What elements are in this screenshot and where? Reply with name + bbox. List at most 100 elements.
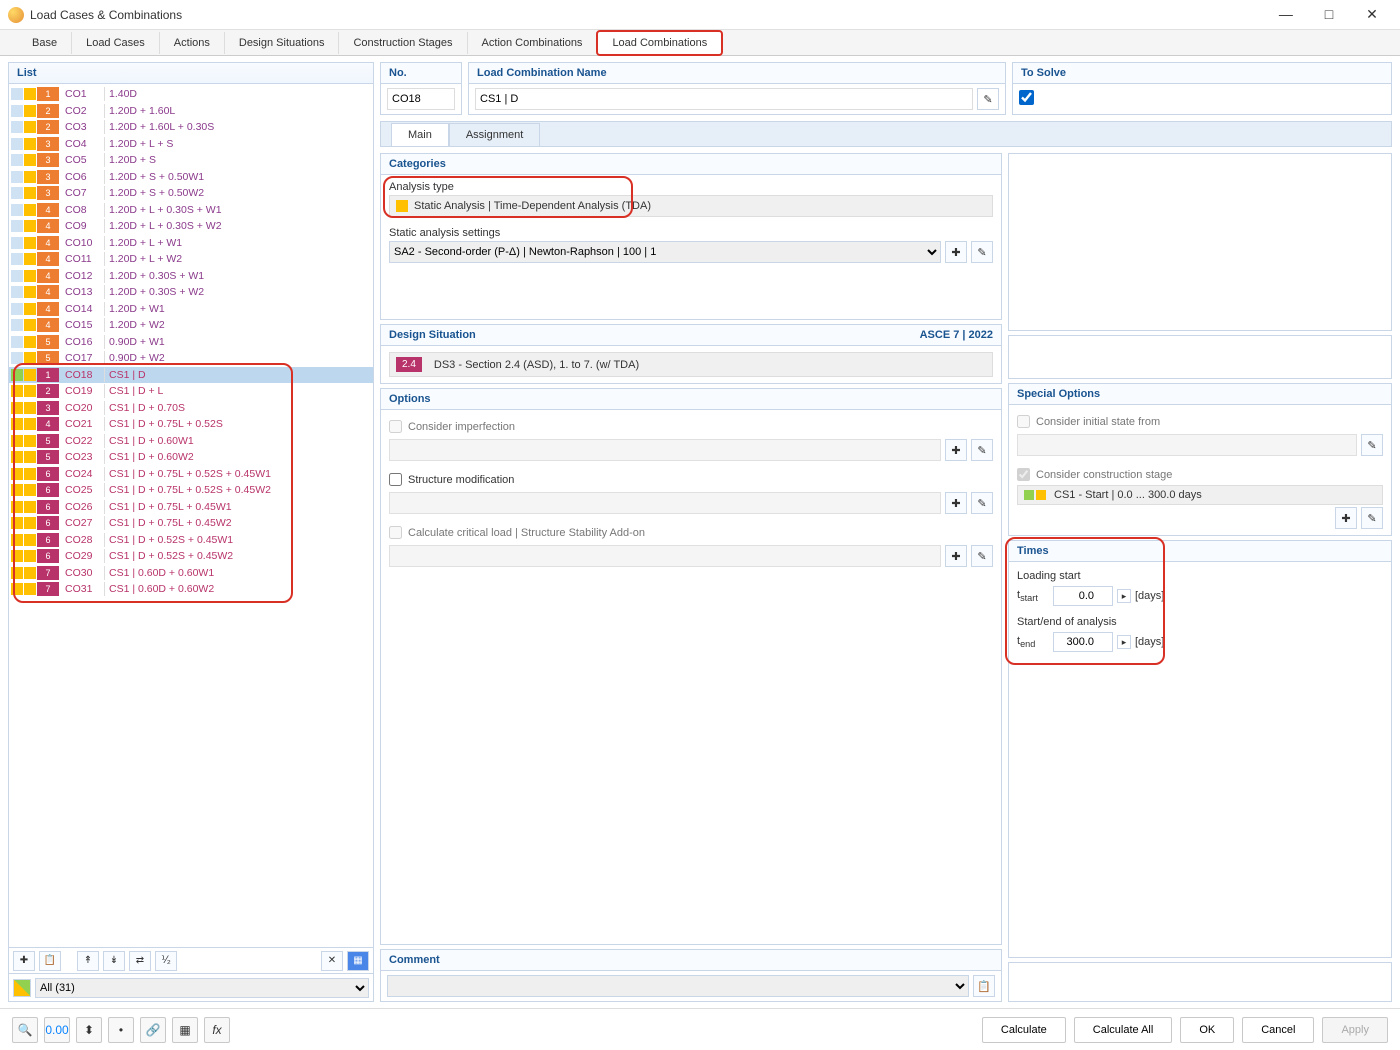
maximize-button[interactable]: □ bbox=[1309, 6, 1349, 22]
dot-tool[interactable]: • bbox=[108, 1017, 134, 1043]
list-row-co16[interactable]: 5CO160.90D + W1 bbox=[9, 334, 373, 351]
tab-action-combinations[interactable]: Action Combinations bbox=[468, 32, 598, 54]
tstart-input[interactable] bbox=[1053, 586, 1113, 606]
list-row-co17[interactable]: 5CO170.90D + W2 bbox=[9, 350, 373, 367]
units-tool[interactable]: 0.00 bbox=[44, 1017, 70, 1043]
list-row-co30[interactable]: 7CO30CS1 | 0.60D + 0.60W1 bbox=[9, 565, 373, 582]
search-tool[interactable]: 🔍 bbox=[12, 1017, 38, 1043]
list-row-co23[interactable]: 5CO23CS1 | D + 0.60W2 bbox=[9, 449, 373, 466]
list-row-co6[interactable]: 3CO61.20D + S + 0.50W1 bbox=[9, 169, 373, 186]
list-row-co24[interactable]: 6CO24CS1 | D + 0.75L + 0.52S + 0.45W1 bbox=[9, 466, 373, 483]
calculate-all-button[interactable]: Calculate All bbox=[1074, 1017, 1173, 1043]
list-row-co1[interactable]: 1CO11.40D bbox=[9, 86, 373, 103]
tab-construction-stages[interactable]: Construction Stages bbox=[339, 32, 467, 54]
cancel-button[interactable]: Cancel bbox=[1242, 1017, 1314, 1043]
calculate-button[interactable]: Calculate bbox=[982, 1017, 1066, 1043]
copy-button[interactable]: 📋 bbox=[39, 951, 61, 971]
list-body[interactable]: 1CO11.40D2CO21.20D + 1.60L2CO31.20D + 1.… bbox=[9, 84, 373, 947]
list-row-co7[interactable]: 3CO71.20D + S + 0.50W2 bbox=[9, 185, 373, 202]
list-row-co29[interactable]: 6CO29CS1 | D + 0.52S + 0.45W2 bbox=[9, 548, 373, 565]
list-row-co10[interactable]: 4CO101.20D + L + W1 bbox=[9, 235, 373, 252]
list-row-co20[interactable]: 3CO20CS1 | D + 0.70S bbox=[9, 400, 373, 417]
list-row-co28[interactable]: 6CO28CS1 | D + 0.52S + 0.45W1 bbox=[9, 532, 373, 549]
list-row-co21[interactable]: 4CO21CS1 | D + 0.75L + 0.52S bbox=[9, 416, 373, 433]
cstage-edit-button[interactable]: ✎ bbox=[1361, 507, 1383, 529]
analysis-type-swatch-icon bbox=[396, 200, 408, 212]
list-row-co26[interactable]: 6CO26CS1 | D + 0.75L + 0.45W1 bbox=[9, 499, 373, 516]
tab-load-cases[interactable]: Load Cases bbox=[72, 32, 160, 54]
titlebar: Load Cases & Combinations — □ ✕ bbox=[0, 0, 1400, 30]
list-row-co25[interactable]: 6CO25CS1 | D + 0.75L + 0.52S + 0.45W2 bbox=[9, 482, 373, 499]
comment-copy-button[interactable]: 📋 bbox=[973, 975, 995, 997]
categories-header: Categories bbox=[381, 154, 1001, 175]
no-input[interactable] bbox=[387, 88, 455, 110]
subtab-main[interactable]: Main bbox=[391, 123, 449, 146]
tab-base[interactable]: Base bbox=[18, 32, 72, 54]
link-tool[interactable]: 🔗 bbox=[140, 1017, 166, 1043]
list-row-co22[interactable]: 5CO22CS1 | D + 0.60W1 bbox=[9, 433, 373, 450]
toggle-button[interactable]: ▦ bbox=[347, 951, 369, 971]
comment-select[interactable] bbox=[387, 975, 969, 997]
minimize-button[interactable]: — bbox=[1266, 6, 1306, 22]
sub-tabs: MainAssignment bbox=[380, 121, 1392, 147]
window-title: Load Cases & Combinations bbox=[30, 8, 1266, 22]
hierarchy-tool[interactable]: ⬍ bbox=[76, 1017, 102, 1043]
list-row-co31[interactable]: 7CO31CS1 | 0.60D + 0.60W2 bbox=[9, 581, 373, 598]
static-edit-button[interactable]: ✎ bbox=[971, 241, 993, 263]
solve-checkbox[interactable] bbox=[1019, 90, 1034, 105]
tab-actions[interactable]: Actions bbox=[160, 32, 225, 54]
list-row-co18[interactable]: 1CO18CS1 | D bbox=[9, 367, 373, 384]
tab-load-combinations[interactable]: Load Combinations bbox=[596, 30, 723, 56]
list-row-co12[interactable]: 4CO121.20D + 0.30S + W1 bbox=[9, 268, 373, 285]
critical-field bbox=[389, 545, 941, 567]
list-row-co9[interactable]: 4CO91.20D + L + 0.30S + W2 bbox=[9, 218, 373, 235]
list-row-co14[interactable]: 4CO141.20D + W1 bbox=[9, 301, 373, 318]
list-row-co4[interactable]: 3CO41.20D + L + S bbox=[9, 136, 373, 153]
tab-design-situations[interactable]: Design Situations bbox=[225, 32, 340, 54]
structmod-new-button[interactable]: ✚ bbox=[945, 492, 967, 514]
sort-button[interactable]: ⅟₂ bbox=[155, 951, 177, 971]
swap-button[interactable]: ⇄ bbox=[129, 951, 151, 971]
filter-select[interactable]: All (31) bbox=[35, 978, 369, 998]
filter-swatch-icon bbox=[13, 979, 31, 997]
move-down-button[interactable]: ↡ bbox=[103, 951, 125, 971]
tend-symbol: tend bbox=[1017, 635, 1049, 649]
imperfection-new-button[interactable]: ✚ bbox=[945, 439, 967, 461]
design-situation-section: Design SituationASCE 7 | 2022 2.4 DS3 - … bbox=[380, 324, 1002, 384]
critical-new-button[interactable]: ✚ bbox=[945, 545, 967, 567]
static-settings-select[interactable]: SA2 - Second-order (P-Δ) | Newton-Raphso… bbox=[389, 241, 941, 263]
structmod-checkbox[interactable] bbox=[389, 473, 402, 486]
subtab-assignment[interactable]: Assignment bbox=[449, 123, 540, 146]
close-button[interactable]: ✕ bbox=[1352, 6, 1392, 23]
list-row-co15[interactable]: 4CO151.20D + W2 bbox=[9, 317, 373, 334]
list-row-co8[interactable]: 4CO81.20D + L + 0.30S + W1 bbox=[9, 202, 373, 219]
list-row-co5[interactable]: 3CO51.20D + S bbox=[9, 152, 373, 169]
ok-button[interactable]: OK bbox=[1180, 1017, 1234, 1043]
edit-name-button[interactable]: ✎ bbox=[977, 88, 999, 110]
analysis-type-value: Static Analysis | Time-Dependent Analysi… bbox=[389, 195, 993, 217]
list-row-co19[interactable]: 2CO19CS1 | D + L bbox=[9, 383, 373, 400]
list-row-co11[interactable]: 4CO111.20D + L + W2 bbox=[9, 251, 373, 268]
static-new-button[interactable]: ✚ bbox=[945, 241, 967, 263]
list-row-co27[interactable]: 6CO27CS1 | D + 0.75L + 0.45W2 bbox=[9, 515, 373, 532]
list-row-co2[interactable]: 2CO21.20D + 1.60L bbox=[9, 103, 373, 120]
structmod-field bbox=[389, 492, 941, 514]
name-input[interactable] bbox=[475, 88, 973, 110]
list-row-co13[interactable]: 4CO131.20D + 0.30S + W2 bbox=[9, 284, 373, 301]
initial-state-edit-button[interactable]: ✎ bbox=[1361, 434, 1383, 456]
detail-panel: No. Load Combination Name ✎ To Solve Mai… bbox=[380, 62, 1392, 1002]
critical-edit-button[interactable]: ✎ bbox=[971, 545, 993, 567]
tstart-arrow-button[interactable]: ▸ bbox=[1117, 589, 1131, 603]
delete-button[interactable]: ✕ bbox=[321, 951, 343, 971]
grid-tool[interactable]: ▦ bbox=[172, 1017, 198, 1043]
fx-tool[interactable]: fx bbox=[204, 1017, 230, 1043]
new-button[interactable]: ✚ bbox=[13, 951, 35, 971]
move-up-button[interactable]: ↟ bbox=[77, 951, 99, 971]
list-row-co3[interactable]: 2CO31.20D + 1.60L + 0.30S bbox=[9, 119, 373, 136]
structmod-edit-button[interactable]: ✎ bbox=[971, 492, 993, 514]
bottom-bar: 🔍 0.00 ⬍ • 🔗 ▦ fx Calculate Calculate Al… bbox=[0, 1008, 1400, 1050]
tend-input[interactable] bbox=[1053, 632, 1113, 652]
cstage-new-button[interactable]: ✚ bbox=[1335, 507, 1357, 529]
tend-arrow-button[interactable]: ▸ bbox=[1117, 635, 1131, 649]
imperfection-edit-button[interactable]: ✎ bbox=[971, 439, 993, 461]
